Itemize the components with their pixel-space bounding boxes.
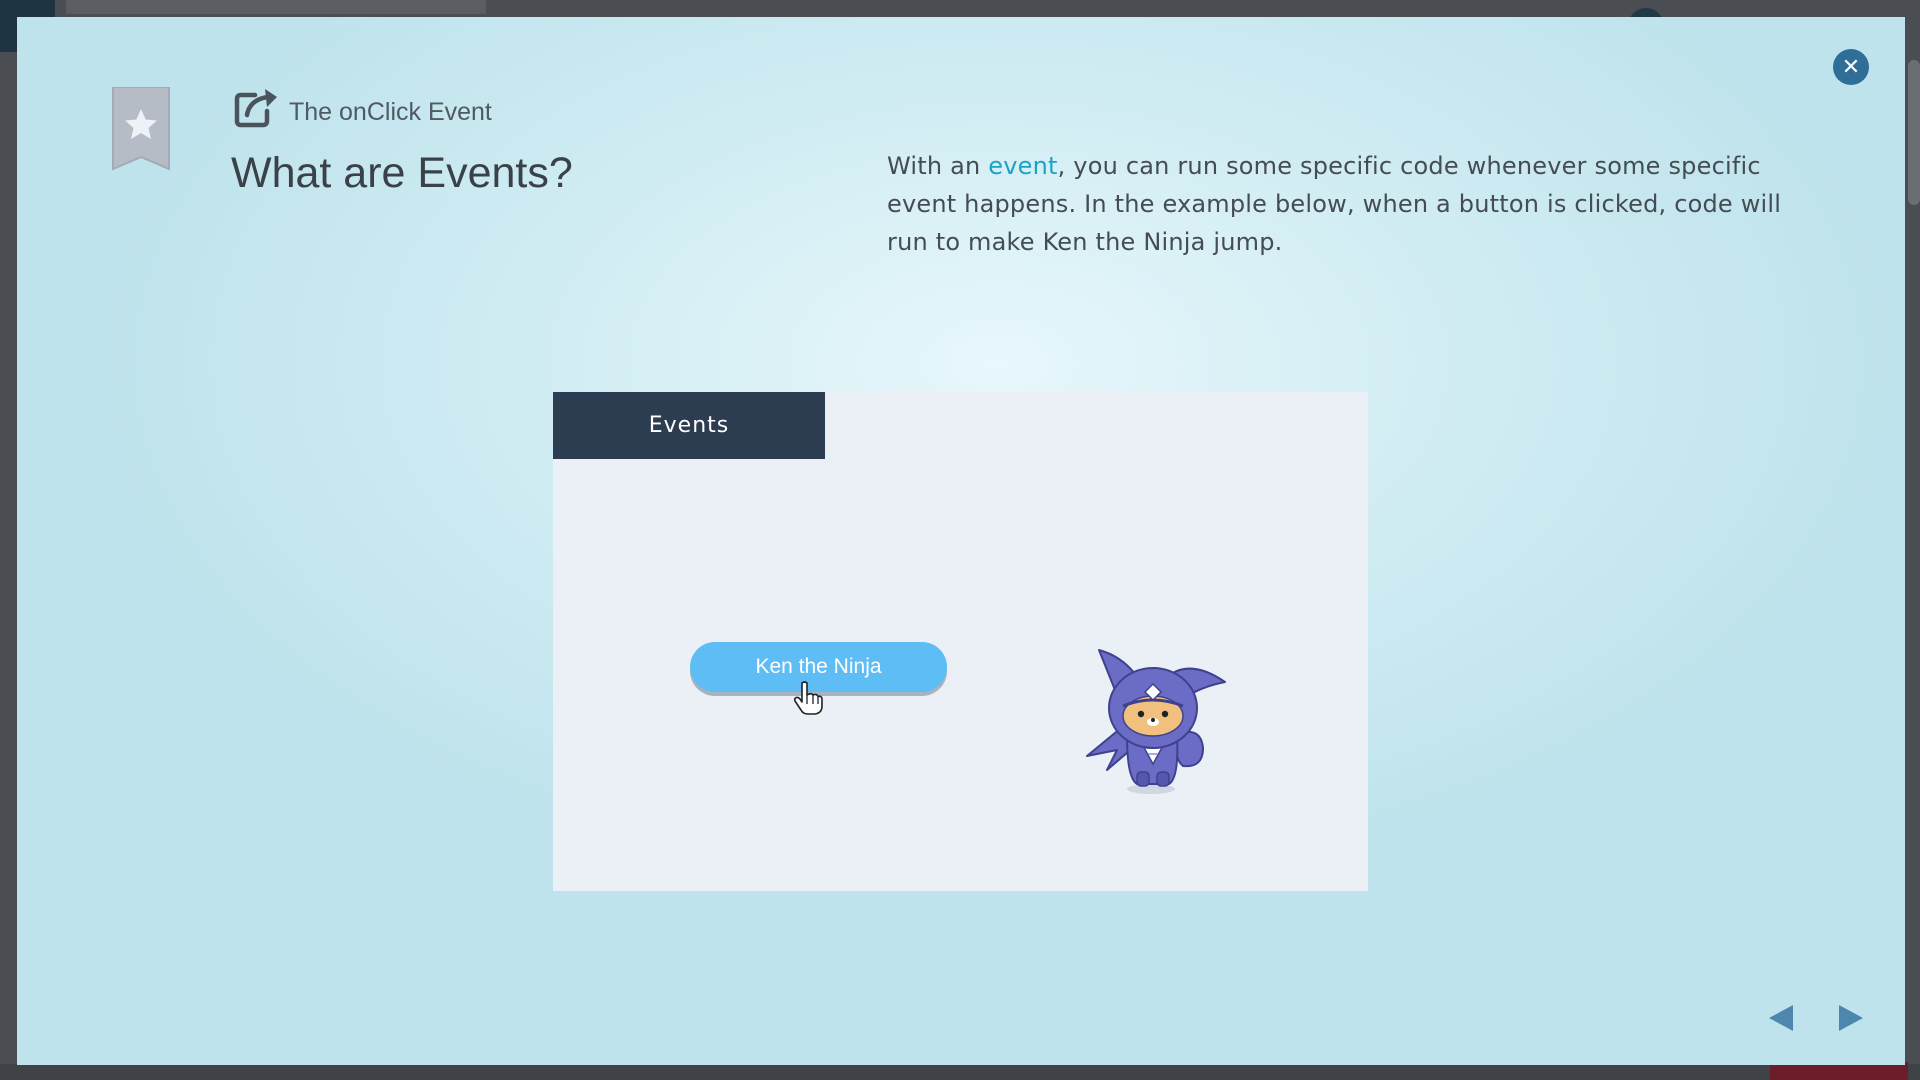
events-demo-panel: Events Ken the Ninja <box>553 392 1368 891</box>
chapter-header: The onClick Event <box>233 85 492 129</box>
hand-pointer-icon <box>793 681 823 715</box>
chapter-title: The onClick Event <box>289 98 492 126</box>
demo-header: Events <box>553 392 825 459</box>
bookmark-star-icon[interactable] <box>111 87 171 171</box>
slide-modal: ✕ The onClick Event What are Events? Wit… <box>17 17 1905 1065</box>
close-icon: ✕ <box>1841 54 1861 80</box>
lesson-description: With an event, you can run some specific… <box>887 147 1787 261</box>
description-text-start: With an <box>887 152 989 180</box>
event-link[interactable]: event <box>988 152 1057 180</box>
triangle-left-icon[interactable] <box>1765 1001 1797 1035</box>
ken-the-ninja-character <box>1086 649 1226 794</box>
background-scrollbar <box>1908 60 1920 205</box>
close-button[interactable]: ✕ <box>1833 49 1869 85</box>
background-bottom-bar <box>0 1064 1920 1080</box>
triangle-right-icon[interactable] <box>1835 1001 1867 1035</box>
page-title: What are Events? <box>231 149 573 197</box>
external-link-icon[interactable] <box>233 85 281 129</box>
background-topbar <box>66 0 486 14</box>
